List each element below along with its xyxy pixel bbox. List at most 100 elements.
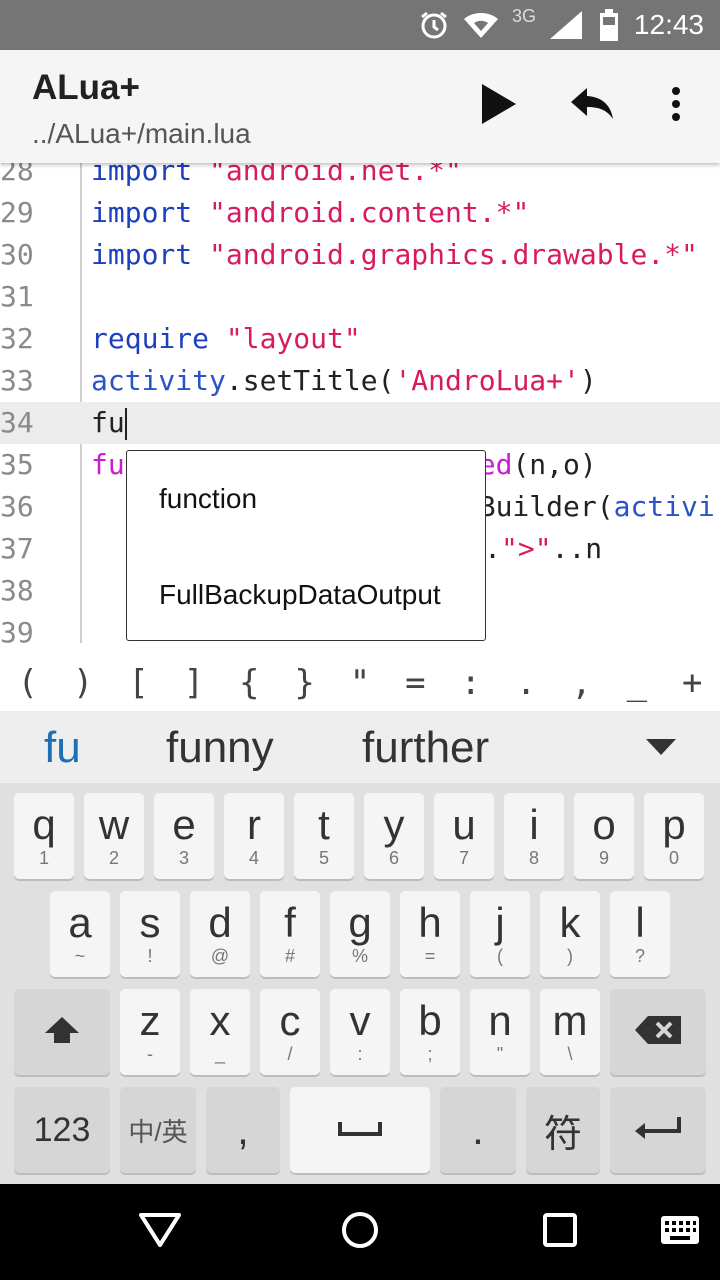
suggestion-item[interactable]: funny: [166, 723, 274, 773]
key-secondary-label: !: [147, 946, 153, 966]
comma-key[interactable]: ,: [206, 1087, 280, 1173]
autocomplete-item[interactable]: FullBackupDataOutput: [159, 579, 459, 611]
language-switch-key[interactable]: 中/英: [120, 1087, 196, 1173]
key-o[interactable]: o9: [574, 793, 634, 879]
code-line[interactable]: 29 import "android.content.*": [0, 192, 720, 234]
symbol-key[interactable]: {: [224, 663, 274, 703]
code-line[interactable]: 30 import "android.graphics.drawable.*": [0, 234, 720, 276]
symbol-key[interactable]: +: [667, 663, 717, 703]
line-number: 32: [0, 322, 34, 355]
autocomplete-popup: function FullBackupDataOutput: [126, 450, 486, 641]
symbol-key[interactable]: _: [612, 663, 662, 703]
key-label: y: [383, 801, 405, 848]
key-label: z: [139, 997, 161, 1044]
code-line[interactable]: 31: [0, 276, 720, 318]
symbol-key[interactable]: ]: [169, 663, 219, 703]
key-r[interactable]: r4: [224, 793, 284, 879]
shift-key[interactable]: [14, 989, 110, 1075]
run-icon: [478, 82, 518, 131]
key-p[interactable]: p0: [644, 793, 704, 879]
navigation-bar: [0, 1184, 720, 1280]
code-line[interactable]: 28 import "android.net.*": [0, 163, 720, 192]
key-label: j: [495, 899, 505, 946]
key-h[interactable]: h =: [400, 891, 460, 977]
key-label: d: [208, 899, 232, 946]
key-y[interactable]: y6: [364, 793, 424, 879]
recents-button[interactable]: [530, 1202, 590, 1262]
key-label: p: [662, 801, 686, 848]
key-l[interactable]: l?: [610, 891, 670, 977]
key-m[interactable]: m \: [540, 989, 600, 1075]
key-x[interactable]: x _: [190, 989, 250, 1075]
code-line[interactable]: 32 require "layout": [0, 318, 720, 360]
symbols-key[interactable]: 符: [526, 1087, 600, 1173]
key-label: a: [68, 899, 92, 946]
key-q[interactable]: q1: [14, 793, 74, 879]
symbol-key[interactable]: =: [390, 663, 440, 703]
numbers-key[interactable]: 123: [14, 1087, 110, 1173]
key-b[interactable]: b;: [400, 989, 460, 1075]
suggestion-item[interactable]: further: [362, 723, 489, 773]
line-number: 28: [0, 163, 34, 187]
code-line[interactable]: 33 activity.setTitle('AndroLua+'): [0, 360, 720, 402]
overflow-menu-button[interactable]: [648, 78, 704, 134]
recents-square-icon: [542, 1212, 578, 1253]
key-g[interactable]: g%: [330, 891, 390, 977]
back-triangle-icon: [138, 1212, 182, 1253]
code-token: activity: [91, 364, 226, 397]
symbol-key[interactable]: (: [3, 663, 53, 703]
home-button[interactable]: [330, 1202, 390, 1262]
key-i[interactable]: i8: [504, 793, 564, 879]
backspace-key[interactable]: [610, 989, 706, 1075]
code-text: require "layout": [91, 318, 361, 360]
keyboard-switch-button[interactable]: [650, 1202, 710, 1262]
key-z[interactable]: z-: [120, 989, 180, 1075]
period-key-label: .: [472, 1106, 484, 1153]
key-j[interactable]: j(: [470, 891, 530, 977]
key-secondary-label: 7: [458, 848, 469, 868]
line-number: 39: [0, 616, 34, 643]
key-s[interactable]: s!: [120, 891, 180, 977]
key-c[interactable]: c /: [260, 989, 320, 1075]
line-number: 30: [0, 238, 34, 271]
key-secondary-label: /: [287, 1044, 293, 1064]
code-token: 'AndroLua+': [394, 364, 580, 397]
run-button[interactable]: [470, 78, 526, 134]
key-w[interactable]: w2: [84, 793, 144, 879]
period-key[interactable]: .: [440, 1087, 516, 1173]
key-t[interactable]: t5: [294, 793, 354, 879]
undo-button[interactable]: [564, 78, 620, 134]
symbol-key[interactable]: ,: [556, 663, 606, 703]
symbol-key[interactable]: ): [58, 663, 108, 703]
expand-suggestions-button[interactable]: [644, 737, 678, 762]
space-key[interactable]: [290, 1087, 430, 1173]
key-d[interactable]: d @: [190, 891, 250, 977]
clock: 12:43: [633, 9, 704, 40]
code-line[interactable]: 34 fu: [0, 402, 720, 444]
key-label: e: [172, 801, 196, 848]
key-a[interactable]: a ~: [50, 891, 110, 977]
key-label: n: [488, 997, 512, 1044]
symbol-key[interactable]: :: [446, 663, 496, 703]
key-label: s: [139, 899, 161, 946]
key-n[interactable]: n ": [470, 989, 530, 1075]
symbol-key[interactable]: }: [280, 663, 330, 703]
enter-key[interactable]: [610, 1087, 706, 1173]
key-secondary-label: (: [497, 946, 503, 966]
key-k[interactable]: k): [540, 891, 600, 977]
code-token: "android.graphics.drawable.*": [209, 238, 698, 271]
key-u[interactable]: u7: [434, 793, 494, 879]
back-button[interactable]: [130, 1202, 190, 1262]
key-f[interactable]: f #: [260, 891, 320, 977]
symbol-key[interactable]: .: [501, 663, 551, 703]
symbol-key[interactable]: [: [113, 663, 163, 703]
key-label: t: [318, 801, 330, 848]
line-number: 38: [0, 574, 34, 607]
battery-icon: [598, 0, 620, 50]
key-secondary-label: ~: [74, 946, 86, 966]
symbol-key[interactable]: ": [335, 663, 385, 703]
key-e[interactable]: e3: [154, 793, 214, 879]
key-v[interactable]: v:: [330, 989, 390, 1075]
suggestion-item[interactable]: fu: [44, 723, 81, 773]
autocomplete-item[interactable]: function: [159, 483, 459, 515]
